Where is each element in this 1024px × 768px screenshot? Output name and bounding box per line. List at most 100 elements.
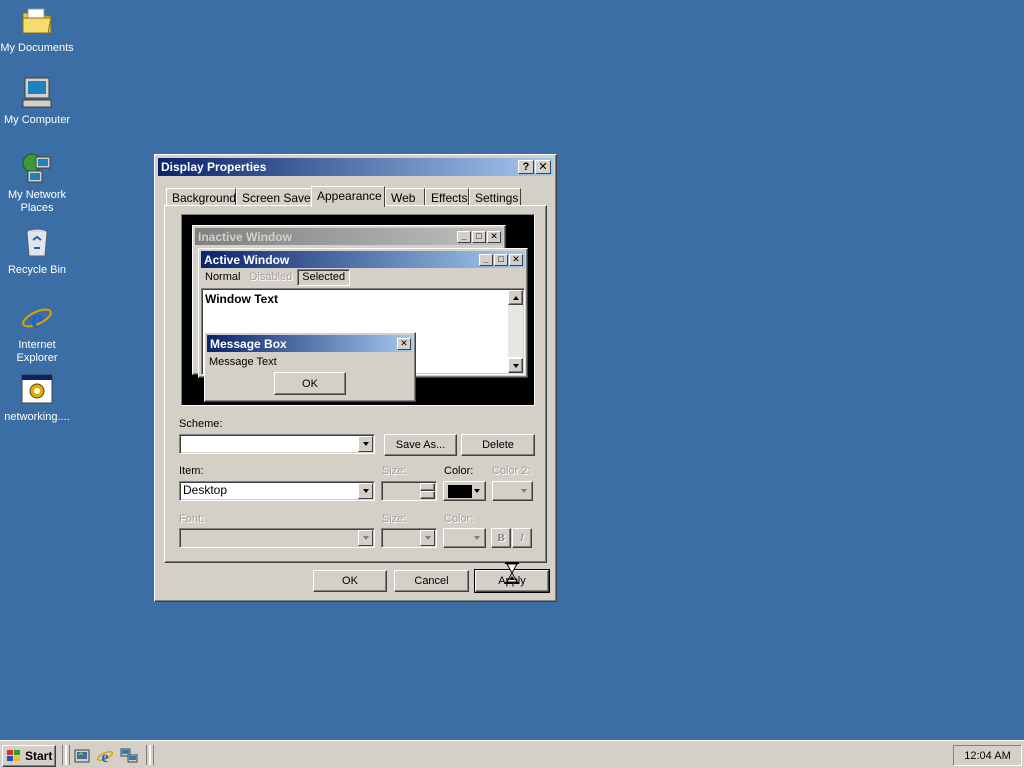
maximize-icon: □	[472, 230, 486, 243]
dialog-title: Display Properties	[161, 160, 267, 174]
preview-window-text: Window Text	[205, 292, 278, 306]
close-icon: ✕	[397, 337, 411, 350]
windows-logo-icon	[6, 749, 22, 763]
italic-button[interactable]: I	[512, 528, 532, 548]
desktop-icon-label: Recycle Bin	[7, 264, 67, 276]
chevron-down-icon	[474, 489, 480, 493]
chevron-down-icon[interactable]	[420, 530, 435, 546]
item-color-label: Color:	[444, 465, 474, 477]
svg-text:e: e	[31, 304, 43, 335]
desktop-icon-label: My Network Places	[7, 189, 67, 214]
desktop-icon-label: My Computer	[3, 114, 71, 126]
appearance-preview[interactable]: Inactive Window _ □ ✕ Active Window _ □ …	[181, 214, 535, 406]
tab-web[interactable]: Web	[385, 188, 425, 206]
preview-menu-disabled: Disabled	[249, 271, 293, 283]
preview-msgbox-text: Message Text	[209, 356, 277, 368]
taskbar: Start e 12:04 AM	[0, 740, 1024, 768]
tab-settings[interactable]: Settings	[469, 188, 521, 206]
desktop-icon-networking[interactable]: networking....	[0, 373, 74, 424]
internet-explorer-icon: e	[20, 301, 54, 335]
display-properties-dialog: Display Properties ? ✕ Background Screen…	[154, 154, 557, 602]
preview-inactive-title: Inactive Window	[198, 229, 292, 244]
font-label: Font:	[179, 513, 205, 525]
item-label: Item:	[179, 465, 204, 477]
internet-explorer-icon[interactable]: e	[96, 747, 114, 766]
desktop-icon-my-network-places[interactable]: My Network Places	[0, 151, 74, 215]
delete-button[interactable]: Delete	[461, 434, 535, 456]
font-color-button[interactable]	[443, 528, 486, 548]
cancel-button[interactable]: Cancel	[394, 570, 469, 592]
tab-appearance[interactable]: Appearance	[311, 186, 385, 207]
scroll-down-icon	[508, 358, 523, 373]
preview-menubar: Normal Disabled Selected	[201, 269, 351, 287]
preview-msgbox-titlebar: Message Box ✕	[207, 335, 413, 352]
scrollbar-track	[508, 305, 523, 357]
tab-background[interactable]: Background	[166, 188, 236, 206]
chevron-down-icon[interactable]	[358, 483, 373, 499]
setup-program-icon	[20, 373, 54, 407]
preview-inactive-titlebar: Inactive Window _ □ ✕	[195, 228, 503, 245]
scroll-up-icon	[508, 290, 523, 305]
taskbar-grip	[150, 745, 154, 765]
chevron-down-icon	[521, 489, 527, 493]
computer-icon	[20, 76, 54, 110]
minimize-icon: _	[457, 230, 471, 243]
desktop-icon-label: My Documents	[0, 42, 74, 54]
system-tray: 12:04 AM	[953, 745, 1022, 766]
item-color2-label: Color 2:	[492, 465, 531, 477]
close-icon: ✕	[509, 253, 523, 266]
svg-text:e: e	[101, 749, 108, 765]
preview-menu-normal: Normal	[205, 271, 241, 283]
hourglass-cursor-icon	[505, 562, 519, 584]
maximize-icon: □	[494, 253, 508, 266]
font-size-label: Size:	[382, 513, 407, 525]
item-size-label: Size:	[382, 465, 407, 477]
minimize-icon: _	[479, 253, 493, 266]
network-connections-icon[interactable]	[120, 747, 138, 765]
item-value: Desktop	[183, 483, 228, 497]
chevron-down-icon[interactable]	[358, 530, 373, 546]
font-size-combo[interactable]	[381, 528, 437, 548]
ok-button[interactable]: OK	[313, 570, 387, 592]
font-color-label: Color:	[444, 513, 474, 525]
preview-message-box: Message Box ✕ Message Text OK	[204, 332, 416, 402]
preview-msgbox-title: Message Box	[210, 336, 287, 351]
bold-button[interactable]: B	[491, 528, 511, 548]
preview-active-titlebar: Active Window _ □ ✕	[201, 251, 525, 268]
item-color-button[interactable]	[443, 481, 486, 501]
desktop-icon-recycle-bin[interactable]: Recycle Bin	[0, 226, 74, 277]
color-swatch	[448, 484, 472, 498]
desktop-icon-internet-explorer[interactable]: e Internet Explorer	[0, 301, 74, 365]
preview-msgbox-ok: OK	[274, 372, 346, 395]
tab-effects[interactable]: Effects	[425, 188, 469, 206]
tab-screen-saver[interactable]: Screen Saver	[236, 188, 315, 206]
show-desktop-icon[interactable]	[73, 747, 91, 765]
appearance-panel: Inactive Window _ □ ✕ Active Window _ □ …	[164, 205, 547, 563]
desktop-icon-label: networking....	[4, 411, 70, 423]
close-button[interactable]: ✕	[535, 160, 551, 174]
preview-active-title: Active Window	[204, 252, 290, 267]
preview-menu-selected: Selected	[297, 269, 351, 286]
desktop-icon-label: Internet Explorer	[16, 339, 58, 364]
chevron-down-icon[interactable]	[358, 436, 373, 452]
clock[interactable]: 12:04 AM	[964, 750, 1010, 762]
desktop-icon-my-computer[interactable]: My Computer	[0, 76, 74, 127]
item-color2-button[interactable]	[492, 481, 533, 501]
scheme-combo[interactable]	[179, 434, 375, 454]
dialog-titlebar[interactable]: Display Properties ? ✕	[158, 158, 553, 176]
desktop-icon-my-documents[interactable]: My Documents	[0, 4, 74, 55]
save-as-button[interactable]: Save As...	[384, 434, 457, 456]
font-combo[interactable]	[179, 528, 375, 548]
spinner-arrows-icon	[420, 483, 435, 499]
close-icon: ✕	[487, 230, 501, 243]
help-button[interactable]: ?	[518, 160, 534, 174]
start-label: Start	[25, 749, 53, 763]
recycle-bin-icon	[20, 226, 54, 260]
start-button[interactable]: Start	[2, 745, 56, 767]
item-size-spinner[interactable]	[381, 481, 437, 501]
network-icon	[20, 151, 54, 185]
scheme-label: Scheme:	[179, 418, 223, 430]
item-combo[interactable]: Desktop	[179, 481, 375, 501]
chevron-down-icon	[474, 536, 480, 540]
quicklaunch-grip	[66, 745, 70, 765]
